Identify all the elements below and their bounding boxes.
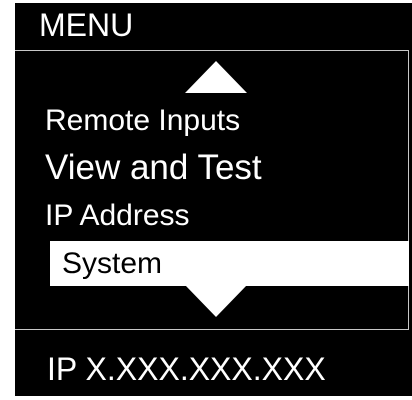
device-screen: MENU Remote Inputs View and Test IP Addr…	[15, 3, 412, 396]
scroll-down-arrow-icon[interactable]	[185, 285, 247, 317]
menu-item-view-and-test[interactable]: View and Test	[45, 148, 262, 188]
menu-item-ip-address[interactable]: IP Address	[45, 198, 190, 234]
menu-item-system-selected[interactable]: System	[50, 241, 409, 286]
menu-title: MENU	[39, 7, 134, 43]
ip-status-text: IP X.XXX.XXX.XXX	[47, 351, 326, 387]
scroll-up-arrow-icon[interactable]	[185, 61, 247, 93]
menu-item-remote-inputs[interactable]: Remote Inputs	[45, 103, 240, 139]
